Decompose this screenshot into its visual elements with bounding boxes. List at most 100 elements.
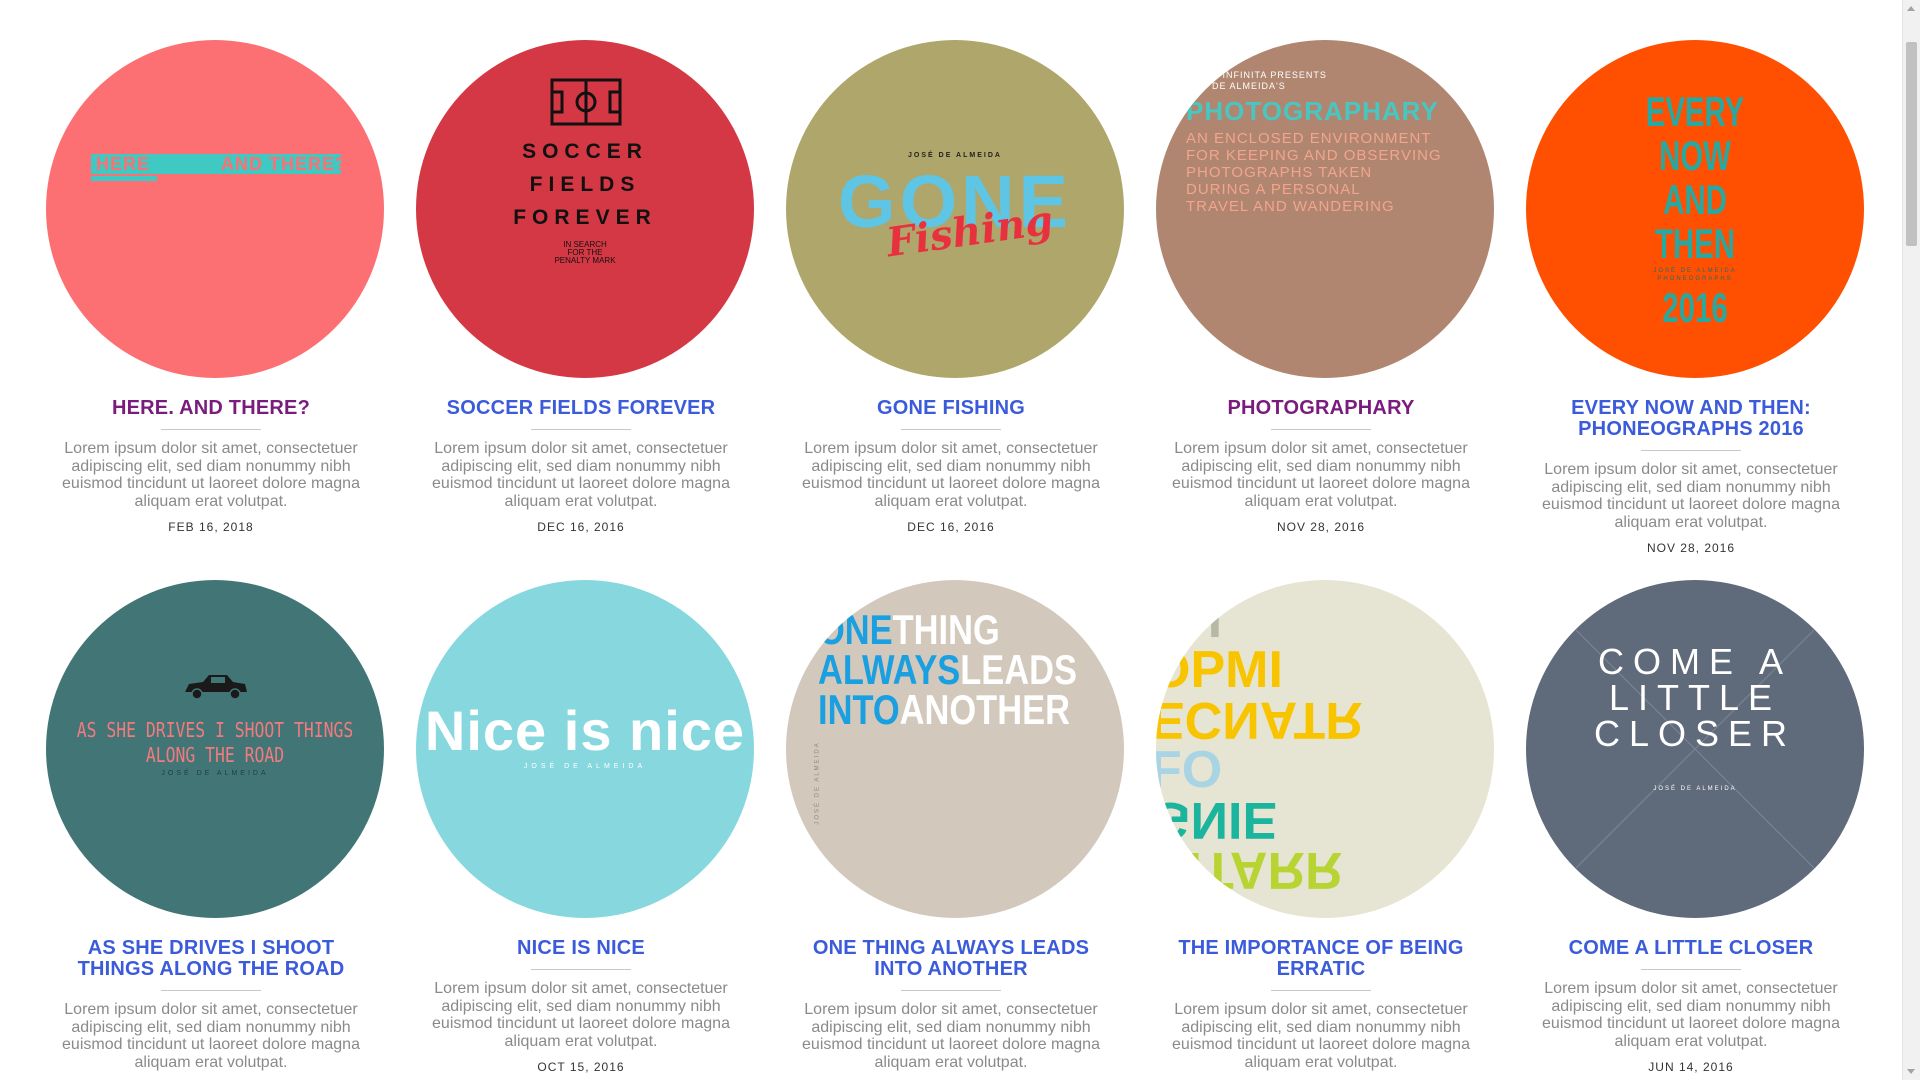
art-text: ECNATR (1156, 691, 1363, 749)
post-excerpt: Lorem ipsum dolor sit amet, consectetuer… (1542, 980, 1840, 1050)
car-icon (185, 675, 247, 700)
art-text: FIELDS (529, 173, 641, 196)
art-text: PHOTOGRAPHS TAKEN (1186, 164, 1373, 181)
art-text: AS SHE DRIVES I SHOOT THINGS (76, 718, 354, 742)
art-text: LITTLE (1608, 677, 1782, 718)
divider (901, 990, 1001, 991)
art-word: INTO (818, 686, 900, 733)
art-text: PENALTY MARK (554, 256, 616, 265)
post-card: EVERY NOW AND THEN JOSÉ DE ALMEIDA PHONE… (1526, 40, 1864, 555)
art-text: JOSÉ DE ALMEIDA (523, 763, 647, 770)
art-text: CITARR (1156, 841, 1343, 899)
post-card: Nice is nice JOSÉ DE ALMEIDA NICE IS NIC… (416, 580, 754, 1074)
art-bar-small (91, 176, 157, 181)
post-title-link[interactable]: AS SHE DRIVES I SHOOT THINGS ALONG THE R… (56, 938, 366, 980)
post-card: ONETHING ALWAYSLEADS INTOANOTHER JOSÉ DE… (786, 580, 1124, 1081)
post-thumbnail[interactable]: Nice is nice JOSÉ DE ALMEIDA (416, 580, 754, 918)
art-text: FOREVER (513, 206, 657, 229)
post-title-link[interactable]: NICE IS NICE (426, 938, 736, 959)
art-text: COME A (1597, 641, 1793, 682)
post-excerpt: Lorem ipsum dolor sit amet, consectetuer… (802, 1001, 1100, 1071)
art-text: AND THERE? (221, 154, 347, 174)
scroll-up-arrow-icon[interactable] (1907, 6, 1915, 11)
post-title-link[interactable]: COME A LITTLE CLOSER (1536, 938, 1846, 959)
art-text: THEN (1654, 220, 1736, 267)
post-card: E INFINITA PRESENTS DE ALMEIDA'S PHOTOGR… (1156, 40, 1494, 534)
art-text: JOSÉ DE ALMEIDA (1653, 268, 1737, 274)
post-card: AS SHE DRIVES I SHOOT THINGS ALONG THE R… (46, 580, 384, 1081)
art-text: 2016 (1662, 284, 1728, 331)
art-text: AN ENCLOSED ENVIRONMENT (1186, 130, 1432, 147)
post-title-link[interactable]: THE IMPORTANCE OF BEING ERRATIC (1166, 938, 1476, 980)
divider (1641, 450, 1741, 451)
soccer-field-icon (550, 78, 622, 126)
post-thumbnail[interactable]: JOSÉ DE ALMEIDA GONE Fishing (786, 40, 1124, 378)
art-text: JOSÉ DE ALMEIDA (908, 152, 1002, 159)
post-date: DEC 16, 2016 (907, 520, 995, 534)
art-text: OPMI (1156, 641, 1283, 699)
art-word: ANOTHER (899, 686, 1070, 733)
art-text: HERE (96, 154, 151, 174)
post-excerpt: Lorem ipsum dolor sit amet, consectetuer… (432, 440, 730, 510)
art-text: DE ALMEIDA'S (1212, 81, 1286, 91)
divider (161, 990, 261, 991)
art-text: NOW (1659, 132, 1731, 179)
art-text: E INFINITA PRESENTS (1212, 70, 1327, 80)
post-thumbnail[interactable]: ONETHING ALWAYSLEADS INTOANOTHER JOSÉ DE… (786, 580, 1124, 918)
art-text: Nice is nice (424, 699, 746, 762)
post-date: JUN 14, 2016 (1648, 1060, 1734, 1074)
post-card: JOSÉ DE ALMEIDA GONE Fishing GONE FISHIN… (786, 40, 1124, 534)
post-card: EH OPMI ECNATR FO GNIE CITARR THE IMPORT… (1156, 580, 1494, 1081)
post-date: FEB 16, 2018 (168, 520, 254, 534)
divider (1641, 969, 1741, 970)
divider (531, 429, 631, 430)
art-text: TRAVEL AND WANDERING (1186, 198, 1395, 215)
post-excerpt: Lorem ipsum dolor sit amet, consectetuer… (1172, 440, 1470, 510)
art-text: FOR KEEPING AND OBSERVING (1186, 147, 1442, 164)
divider (901, 429, 1001, 430)
scrollbar-thumb[interactable] (1906, 42, 1917, 246)
post-title-link[interactable]: GONE FISHING (796, 398, 1106, 419)
post-date: OCT 15, 2016 (537, 1060, 625, 1074)
post-title-link[interactable]: HERE. AND THERE? (56, 398, 366, 419)
post-card: HERE AND THERE? HERE. AND THERE? Lorem i… (46, 40, 384, 534)
art-text: PHOTOGRAPHARY (1186, 96, 1439, 126)
art-text: SOCCER (522, 140, 648, 163)
post-date: DEC 16, 2016 (537, 520, 625, 534)
art-text: GNIE (1156, 791, 1278, 849)
post-title-link[interactable]: PHOTOGRAPHARY (1166, 398, 1476, 419)
post-thumbnail[interactable]: SOCCER FIELDS FOREVER IN SEARCH FOR THE … (416, 40, 754, 378)
post-thumbnail[interactable]: AS SHE DRIVES I SHOOT THINGS ALONG THE R… (46, 580, 384, 918)
art-text: JOSÉ DE ALMEIDA (814, 741, 821, 825)
post-title-link[interactable]: ONE THING ALWAYS LEADS INTO ANOTHER (796, 938, 1106, 980)
scroll-down-arrow-icon[interactable] (1907, 1069, 1915, 1074)
post-title-link[interactable]: EVERY NOW AND THEN: PHONEOGRAPHS 2016 (1536, 398, 1846, 440)
art-text: PHONEOGRAPHS (1657, 276, 1733, 282)
art-text-line: INTOANOTHER (818, 688, 1070, 732)
post-thumbnail[interactable]: EVERY NOW AND THEN JOSÉ DE ALMEIDA PHONE… (1526, 40, 1864, 378)
art-text: JOSÉ DE ALMEIDA (161, 770, 269, 777)
divider (531, 969, 631, 970)
art-text: AND (1663, 176, 1727, 223)
art-text: CLOSER (1593, 713, 1797, 754)
art-text: FO (1156, 741, 1223, 799)
divider (161, 429, 261, 430)
divider (1271, 429, 1371, 430)
art-text: EH (1156, 591, 1223, 649)
post-thumbnail[interactable]: E INFINITA PRESENTS DE ALMEIDA'S PHOTOGR… (1156, 40, 1494, 378)
post-excerpt: Lorem ipsum dolor sit amet, consectetuer… (1172, 1001, 1470, 1071)
post-card: COME A LITTLE CLOSER JOSÉ DE ALMEIDA COM… (1526, 580, 1864, 1074)
post-date: NOV 28, 2016 (1276, 520, 1366, 534)
art-text: ALONG THE ROAD (145, 743, 285, 767)
post-thumbnail[interactable]: HERE AND THERE? (46, 40, 384, 378)
post-excerpt: Lorem ipsum dolor sit amet, consectetuer… (802, 440, 1100, 510)
post-thumbnail[interactable]: COME A LITTLE CLOSER JOSÉ DE ALMEIDA (1526, 580, 1864, 918)
post-excerpt: Lorem ipsum dolor sit amet, consectetuer… (432, 980, 730, 1050)
post-excerpt: Lorem ipsum dolor sit amet, consectetuer… (62, 1001, 360, 1071)
vertical-scrollbar[interactable] (1902, 0, 1920, 1080)
art-text: EVERY (1645, 88, 1745, 135)
post-thumbnail[interactable]: EH OPMI ECNATR FO GNIE CITARR (1156, 580, 1494, 918)
post-excerpt: Lorem ipsum dolor sit amet, consectetuer… (62, 440, 360, 510)
post-card: SOCCER FIELDS FOREVER IN SEARCH FOR THE … (416, 40, 754, 534)
post-title-link[interactable]: SOCCER FIELDS FOREVER (426, 398, 736, 419)
